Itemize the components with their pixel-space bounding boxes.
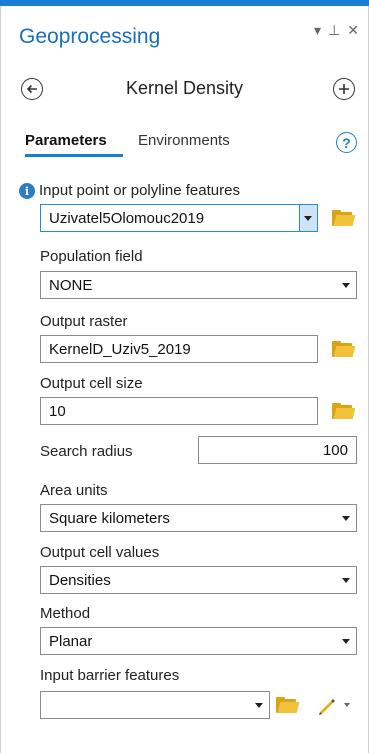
input-features-combobox[interactable]: Uzivatel5Olomouc2019 [40, 204, 318, 232]
pin-icon[interactable]: ⊥ [328, 22, 340, 38]
folder-icon[interactable] [332, 210, 356, 226]
cell-values-value: Densities [49, 571, 111, 589]
population-field-select[interactable]: NONE [40, 271, 357, 299]
help-icon[interactable]: ? [336, 132, 357, 153]
search-radius-input[interactable]: 100 [198, 436, 357, 464]
chevron-down-icon [304, 216, 312, 221]
search-radius-value: 100 [322, 441, 348, 459]
pencil-icon [319, 699, 335, 715]
search-radius-label: Search radius [40, 443, 133, 460]
chevron-down-icon [342, 516, 350, 521]
cell-size-value: 10 [49, 402, 66, 420]
info-icon[interactable]: i [19, 183, 35, 199]
area-units-value: Square kilometers [49, 509, 170, 527]
folder-icon[interactable] [332, 403, 356, 419]
close-icon[interactable]: ✕ [347, 22, 359, 38]
area-units-label: Area units [40, 482, 108, 499]
cell-values-select[interactable]: Densities [40, 566, 357, 594]
plus-icon [339, 84, 349, 94]
cell-values-label: Output cell values [40, 544, 160, 561]
pane-controls: ▾ ⊥ ✕ [314, 22, 359, 38]
population-field-label: Population field [40, 248, 143, 265]
input-features-value: Uzivatel5Olomouc2019 [49, 209, 205, 227]
cell-size-label: Output cell size [40, 375, 143, 392]
pane-options-dropdown-icon[interactable]: ▾ [314, 22, 321, 38]
input-features-label: Input point or polyline features [39, 182, 240, 199]
output-raster-label: Output raster [40, 313, 128, 330]
chevron-down-icon [344, 703, 350, 707]
active-tab-underline [25, 154, 123, 157]
tab-parameters[interactable]: Parameters [25, 132, 107, 149]
cell-size-input[interactable]: 10 [40, 397, 318, 425]
sketch-tool-button[interactable] [316, 694, 356, 716]
method-value: Planar [49, 632, 93, 650]
chevron-down-icon [342, 578, 350, 583]
pane-title: Geoprocessing [19, 25, 161, 48]
folder-icon[interactable] [332, 341, 356, 357]
add-tool-button[interactable] [333, 78, 355, 100]
pane-border-left [0, 6, 1, 753]
chevron-down-icon [342, 283, 350, 288]
tool-title: Kernel Density [125, 78, 244, 98]
method-label: Method [40, 605, 91, 622]
output-raster-value: KernelD_Uziv5_2019 [49, 340, 191, 358]
chevron-down-icon [342, 639, 350, 644]
area-units-select[interactable]: Square kilometers [40, 504, 357, 532]
barrier-features-combobox[interactable] [40, 691, 270, 719]
folder-icon[interactable] [276, 697, 300, 713]
population-field-value: NONE [49, 276, 93, 294]
barrier-features-label: Input barrier features [40, 667, 180, 684]
chevron-down-icon [255, 703, 263, 708]
tab-environments[interactable]: Environments [138, 132, 230, 149]
pane-top-accent [0, 0, 369, 6]
output-raster-input[interactable]: KernelD_Uziv5_2019 [40, 335, 318, 363]
method-select[interactable]: Planar [40, 627, 357, 655]
